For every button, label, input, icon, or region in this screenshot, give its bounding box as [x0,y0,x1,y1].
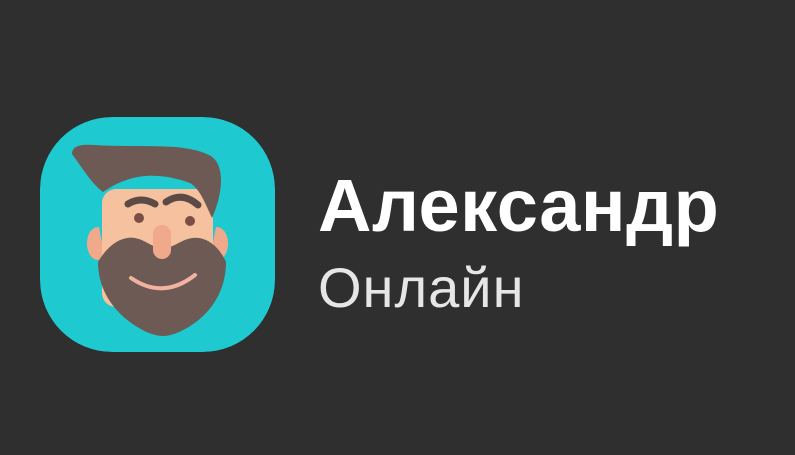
contact-info: Александр Онлайн [318,164,778,320]
bearded-man-avatar-icon [40,117,275,352]
contact-name[interactable]: Александр [318,164,778,248]
contact-card[interactable]: Александр Онлайн [0,0,795,455]
online-status: Онлайн [318,256,525,319]
avatar[interactable] [40,117,275,352]
